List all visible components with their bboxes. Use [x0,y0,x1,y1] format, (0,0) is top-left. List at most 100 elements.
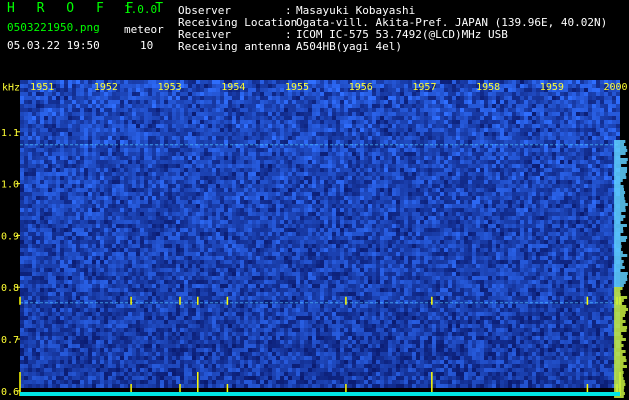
noise-cell [488,156,492,160]
noise-cell [464,96,468,100]
noise-cell [264,80,268,84]
noise-cell [384,156,388,160]
noise-cell [600,116,604,120]
noise-cell [268,160,272,164]
noise-cell [520,188,524,192]
noise-cell [388,84,392,88]
noise-cell [172,100,176,104]
noise-cell [500,156,504,160]
noise-cell [396,176,400,180]
noise-cell [96,188,100,192]
noise-cell [448,84,452,88]
noise-cell [52,160,56,164]
noise-cell [412,96,416,100]
noise-cell [188,92,192,96]
noise-cell [192,176,196,180]
noise-cell [124,168,128,172]
noise-cell [324,196,328,200]
noise-cell [192,88,196,92]
noise-cell [204,84,208,88]
noise-cell [312,160,316,164]
noise-cell [340,108,344,112]
noise-cell [180,108,184,112]
noise-cell [368,124,372,128]
noise-cell [588,96,592,100]
noise-cell [300,148,304,152]
noise-cell [604,104,608,108]
noise-cell [168,164,172,168]
noise-cell [400,84,404,88]
noise-cell [20,204,24,208]
noise-cell [28,212,32,216]
noise-cell [616,132,620,136]
noise-cell [336,104,340,108]
noise-cell [164,116,168,120]
noise-cell [272,88,276,92]
noise-cell [260,156,264,160]
noise-cell [340,84,344,88]
noise-cell [408,112,412,116]
noise-cell [544,196,548,200]
noise-cell [392,136,396,140]
noise-cell [384,132,388,136]
noise-cell [404,108,408,112]
noise-cell [264,184,268,188]
noise-cell [472,192,476,196]
noise-cell [184,152,188,156]
noise-cell [276,100,280,104]
noise-cell [84,196,88,200]
noise-cell [44,148,48,152]
noise-cell [576,160,580,164]
noise-cell [132,136,136,140]
noise-cell [176,172,180,176]
noise-cell [20,208,24,212]
noise-cell [308,168,312,172]
noise-cell [572,116,576,120]
noise-cell [524,164,528,168]
noise-cell [528,156,532,160]
noise-cell [48,164,52,168]
noise-cell [232,108,236,112]
noise-cell [416,168,420,172]
noise-cell [48,196,52,200]
noise-cell [372,200,376,204]
noise-cell [220,192,224,196]
noise-cell [400,164,404,168]
noise-cell [576,80,580,84]
noise-cell [244,164,248,168]
noise-cell [416,108,420,112]
noise-cell [484,132,488,136]
noise-cell [124,152,128,156]
noise-cell [276,176,280,180]
noise-cell [464,104,468,108]
noise-cell [104,136,108,140]
noise-cell [152,184,156,188]
noise-cell [396,152,400,156]
noise-cell [180,156,184,160]
noise-cell [36,148,40,152]
noise-cell [564,136,568,140]
noise-cell [40,104,44,108]
noise-cell [496,184,500,188]
noise-cell [380,192,384,196]
noise-cell [580,148,584,152]
noise-cell [172,104,176,108]
noise-cell [240,208,244,212]
noise-cell [88,204,92,208]
noise-cell [464,172,468,176]
noise-cell [484,136,488,140]
noise-cell [112,188,116,192]
noise-cell [88,132,92,136]
noise-cell [76,108,80,112]
noise-cell [452,188,456,192]
noise-cell [224,108,228,112]
noise-cell [296,180,300,184]
noise-cell [332,172,336,176]
noise-cell [200,120,204,124]
noise-cell [528,132,532,136]
noise-cell [504,80,508,84]
noise-cell [252,128,256,132]
noise-cell [36,204,40,208]
noise-cell [44,100,48,104]
noise-cell [496,160,500,164]
